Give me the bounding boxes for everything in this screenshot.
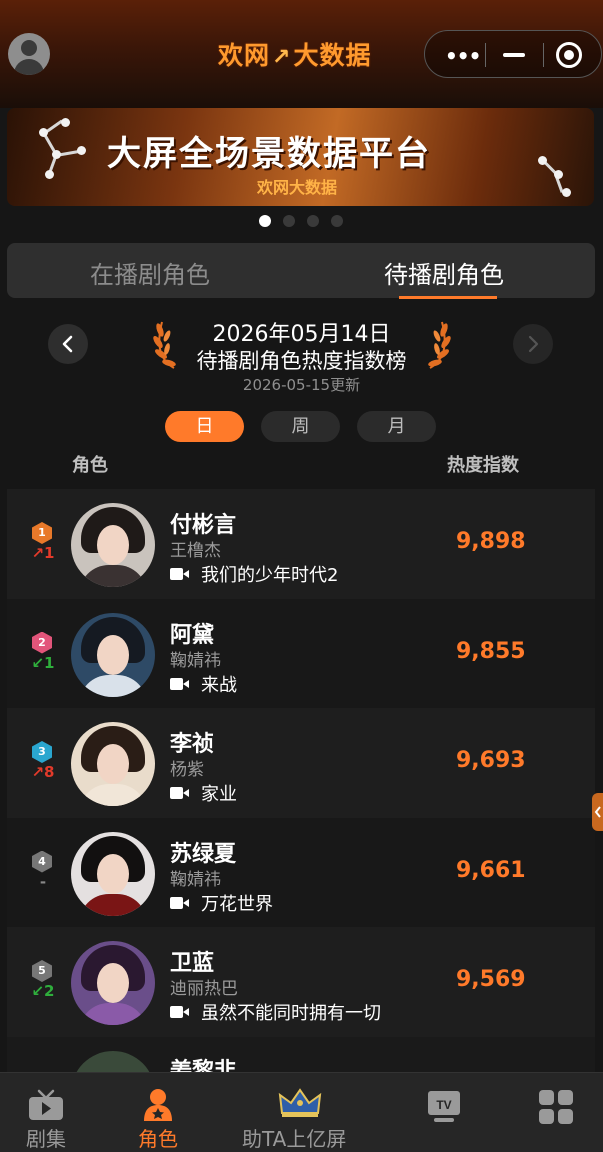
minimize-button[interactable] [503,53,525,57]
molecule-icon [21,118,91,198]
rank-trend: ↙1 [31,653,55,672]
character-photo[interactable] [71,503,155,587]
pager-dot[interactable] [331,215,343,227]
column-header-role: 角色 [72,455,108,476]
update-time: 2026-05-15更新 [242,376,361,394]
period-week-button[interactable]: 周 [261,411,340,442]
drama-title: 我们的少年时代2 [170,561,338,587]
ranking-row[interactable]: 3 ↗8 李祯 杨紫 家业 9,693 [7,708,595,818]
rank-badge: 5 [32,960,52,982]
drama-title: 虽然不能同时拥有一切 [170,999,381,1025]
brand-logo: 欢网↗大数据 [218,36,371,72]
actor-name: 鞠婧祎 [170,869,221,890]
rank-badge: 2 [32,631,52,654]
drama-title: 来战 [170,671,237,697]
tv-play-icon [29,1089,63,1120]
ranking-row[interactable]: 4 - 苏绿夏 鞠婧祎 万花世界 9,661 [7,817,595,927]
period-month-button[interactable]: 月 [357,411,436,442]
ranking-row-partial[interactable]: 姜黎非 [7,1037,595,1077]
heat-index: 9,693 [456,748,526,773]
nav-roles-label: 角色 [138,1127,178,1151]
drama-title-text: 虽然不能同时拥有一切 [201,1003,381,1024]
pager-dot[interactable] [283,215,295,227]
molecule-icon [532,152,582,202]
rank-trend: - [39,872,47,891]
actor-name: 王橹杰 [170,541,221,561]
active-tab-indicator [399,296,497,299]
actor-name: 迪丽热巴 [170,979,238,999]
rank-badge: 4 [32,850,52,873]
actor-name: 鞠婧祎 [170,650,221,671]
drama-title-text: 家业 [201,784,237,805]
character-name: 阿黛 [170,622,215,648]
character-photo[interactable] [71,612,155,697]
nav-dramas-label: 剧集 [26,1127,66,1151]
drama-title-text: 我们的少年时代2 [201,565,339,586]
character-photo[interactable] [71,722,155,806]
nav-boost-label: 助TA上亿屏 [242,1127,347,1151]
promo-banner[interactable]: 大屏全场景数据平台 欢网大数据 [7,108,594,206]
video-camera-icon [170,1005,192,1019]
video-camera-icon [170,896,192,910]
heat-index: 9,569 [456,967,526,992]
role-person-icon [144,1089,172,1121]
rank-trend: ↗8 [31,763,55,781]
character-name: 李祯 [170,732,215,757]
tv-badge-text: TV [436,1098,451,1112]
side-expand-tab[interactable] [592,793,603,831]
bottom-navigation: 剧集 角色 助TA上亿屏 TV [0,1072,603,1152]
pager-dot[interactable] [259,215,271,227]
pager-dot[interactable] [307,215,319,227]
rank-trend: ↗1 [31,544,55,562]
trend-arrow-icon: ↗ [272,45,292,70]
ranking-row[interactable]: 5 ↙2 卫蓝 迪丽热巴 虽然不能同时拥有一切 9,569 [7,927,595,1037]
user-avatar-icon[interactable] [8,33,50,75]
ranking-row[interactable]: 2 ↙1 阿黛 鞠婧祎 来战 9,855 [7,598,595,708]
ranking-date: 2026年05月14日 [212,322,391,347]
banner-subtitle: 欢网大数据 [257,178,338,197]
rank-badge: 1 [32,522,52,544]
period-day-button[interactable]: 日 [165,411,244,442]
capsule-divider [543,43,544,67]
chevron-left-icon [594,806,601,818]
mini-program-capsule: ••• [424,30,602,78]
character-photo[interactable] [71,941,155,1025]
banner-pager [259,215,343,227]
role-tabs: 在播剧角色 待播剧角色 [7,243,595,299]
character-name: 苏绿夏 [170,841,237,867]
more-menu-button[interactable]: ••• [445,44,481,68]
tab-on-air-roles[interactable]: 在播剧角色 [90,255,210,290]
video-camera-icon [170,677,192,691]
ranking-title: 待播剧角色热度指数榜 [196,349,407,373]
drama-title-text: 来战 [201,674,237,696]
column-header-index: 热度指数 [447,455,519,476]
drama-title-text: 万花世界 [201,893,273,915]
banner-title: 大屏全场景数据平台 [107,134,431,174]
rank-badge: 3 [32,741,52,763]
tv-icon: TV [428,1091,460,1122]
video-camera-icon [170,567,192,581]
actor-name: 杨紫 [170,760,204,780]
ranking-list: 1 ↗1 付彬言 王橹杰 我们的少年时代2 9,898 2 ↙1 阿黛 鞠婧祎 … [7,489,595,1037]
video-camera-icon [170,786,192,800]
heat-index: 9,661 [456,857,526,883]
heat-index: 9,855 [456,638,526,664]
character-name: 卫蓝 [170,951,215,976]
rank-trend: ↙2 [31,982,55,1000]
drama-title: 家业 [170,780,237,806]
brand-part1: 欢网 [218,41,271,70]
crown-icon [278,1088,322,1117]
close-miniprogram-button[interactable] [556,42,582,68]
top-bar: 欢网↗大数据 ••• [0,0,603,108]
brand-part2: 大数据 [293,41,372,70]
capsule-divider [485,43,486,67]
ranking-row[interactable]: 1 ↗1 付彬言 王橹杰 我们的少年时代2 9,898 [7,489,595,599]
drama-title: 万花世界 [170,890,273,916]
heat-index: 9,898 [456,529,526,554]
character-name: 付彬言 [170,513,237,538]
character-photo[interactable] [71,831,155,916]
tab-upcoming-roles[interactable]: 待播剧角色 [384,255,504,290]
grid-apps-icon [539,1090,573,1124]
